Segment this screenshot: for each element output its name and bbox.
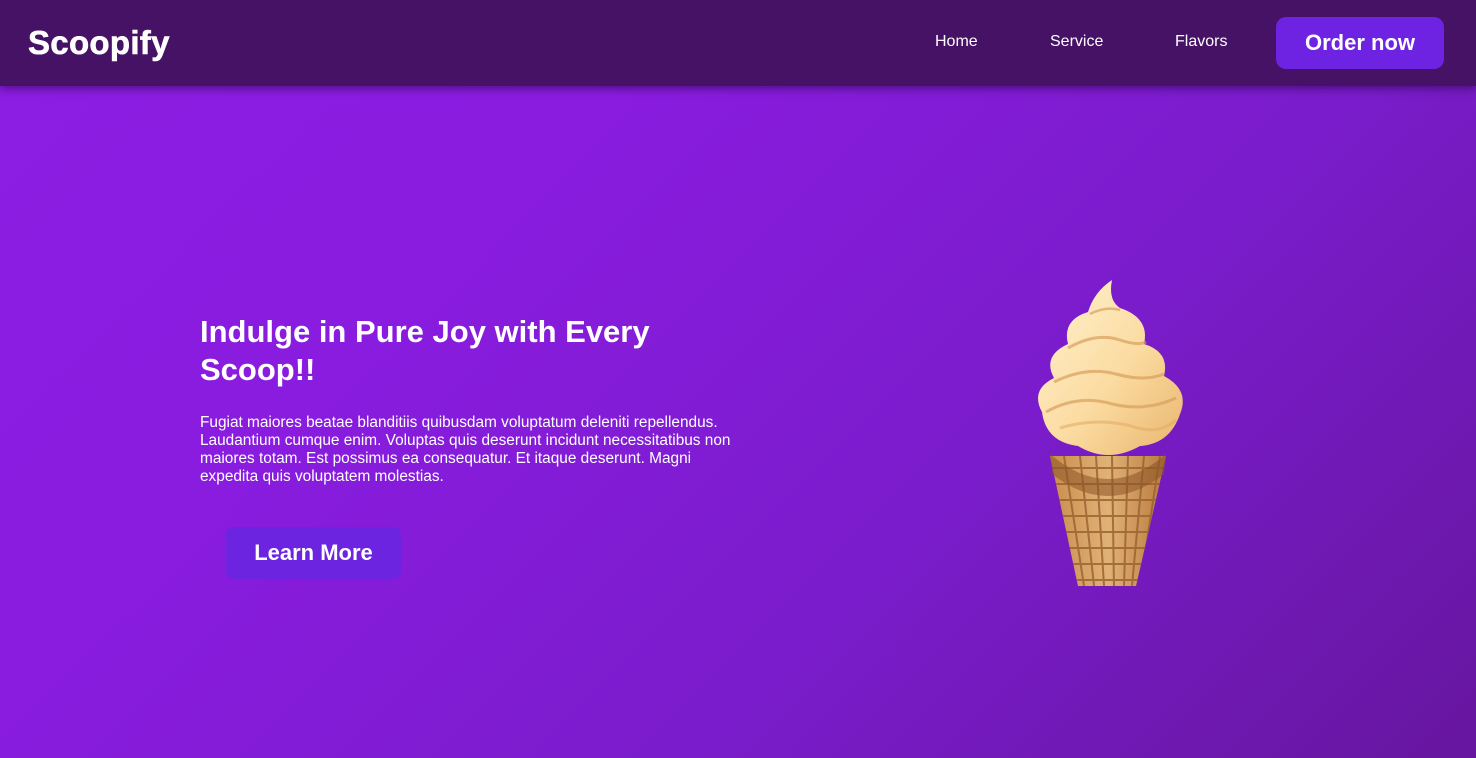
nav-link-home[interactable]: Home — [935, 33, 978, 51]
ice-cream-cone-image — [1020, 278, 1190, 590]
hero-title: Indulge in Pure Joy with Every Scoop!! — [200, 314, 650, 387]
nav-link-service[interactable]: Service — [1050, 33, 1103, 51]
logo[interactable]: Scoopify — [28, 24, 170, 62]
nav-link-flavors[interactable]: Flavors — [1175, 33, 1227, 51]
hero-description: Fugiat maiores beatae blanditiis quibusd… — [200, 414, 731, 485]
navbar: Scoopify Home Service Flavors Order now — [0, 0, 1476, 86]
order-now-button[interactable]: Order now — [1276, 17, 1444, 69]
learn-more-button[interactable]: Learn More — [226, 527, 401, 579]
